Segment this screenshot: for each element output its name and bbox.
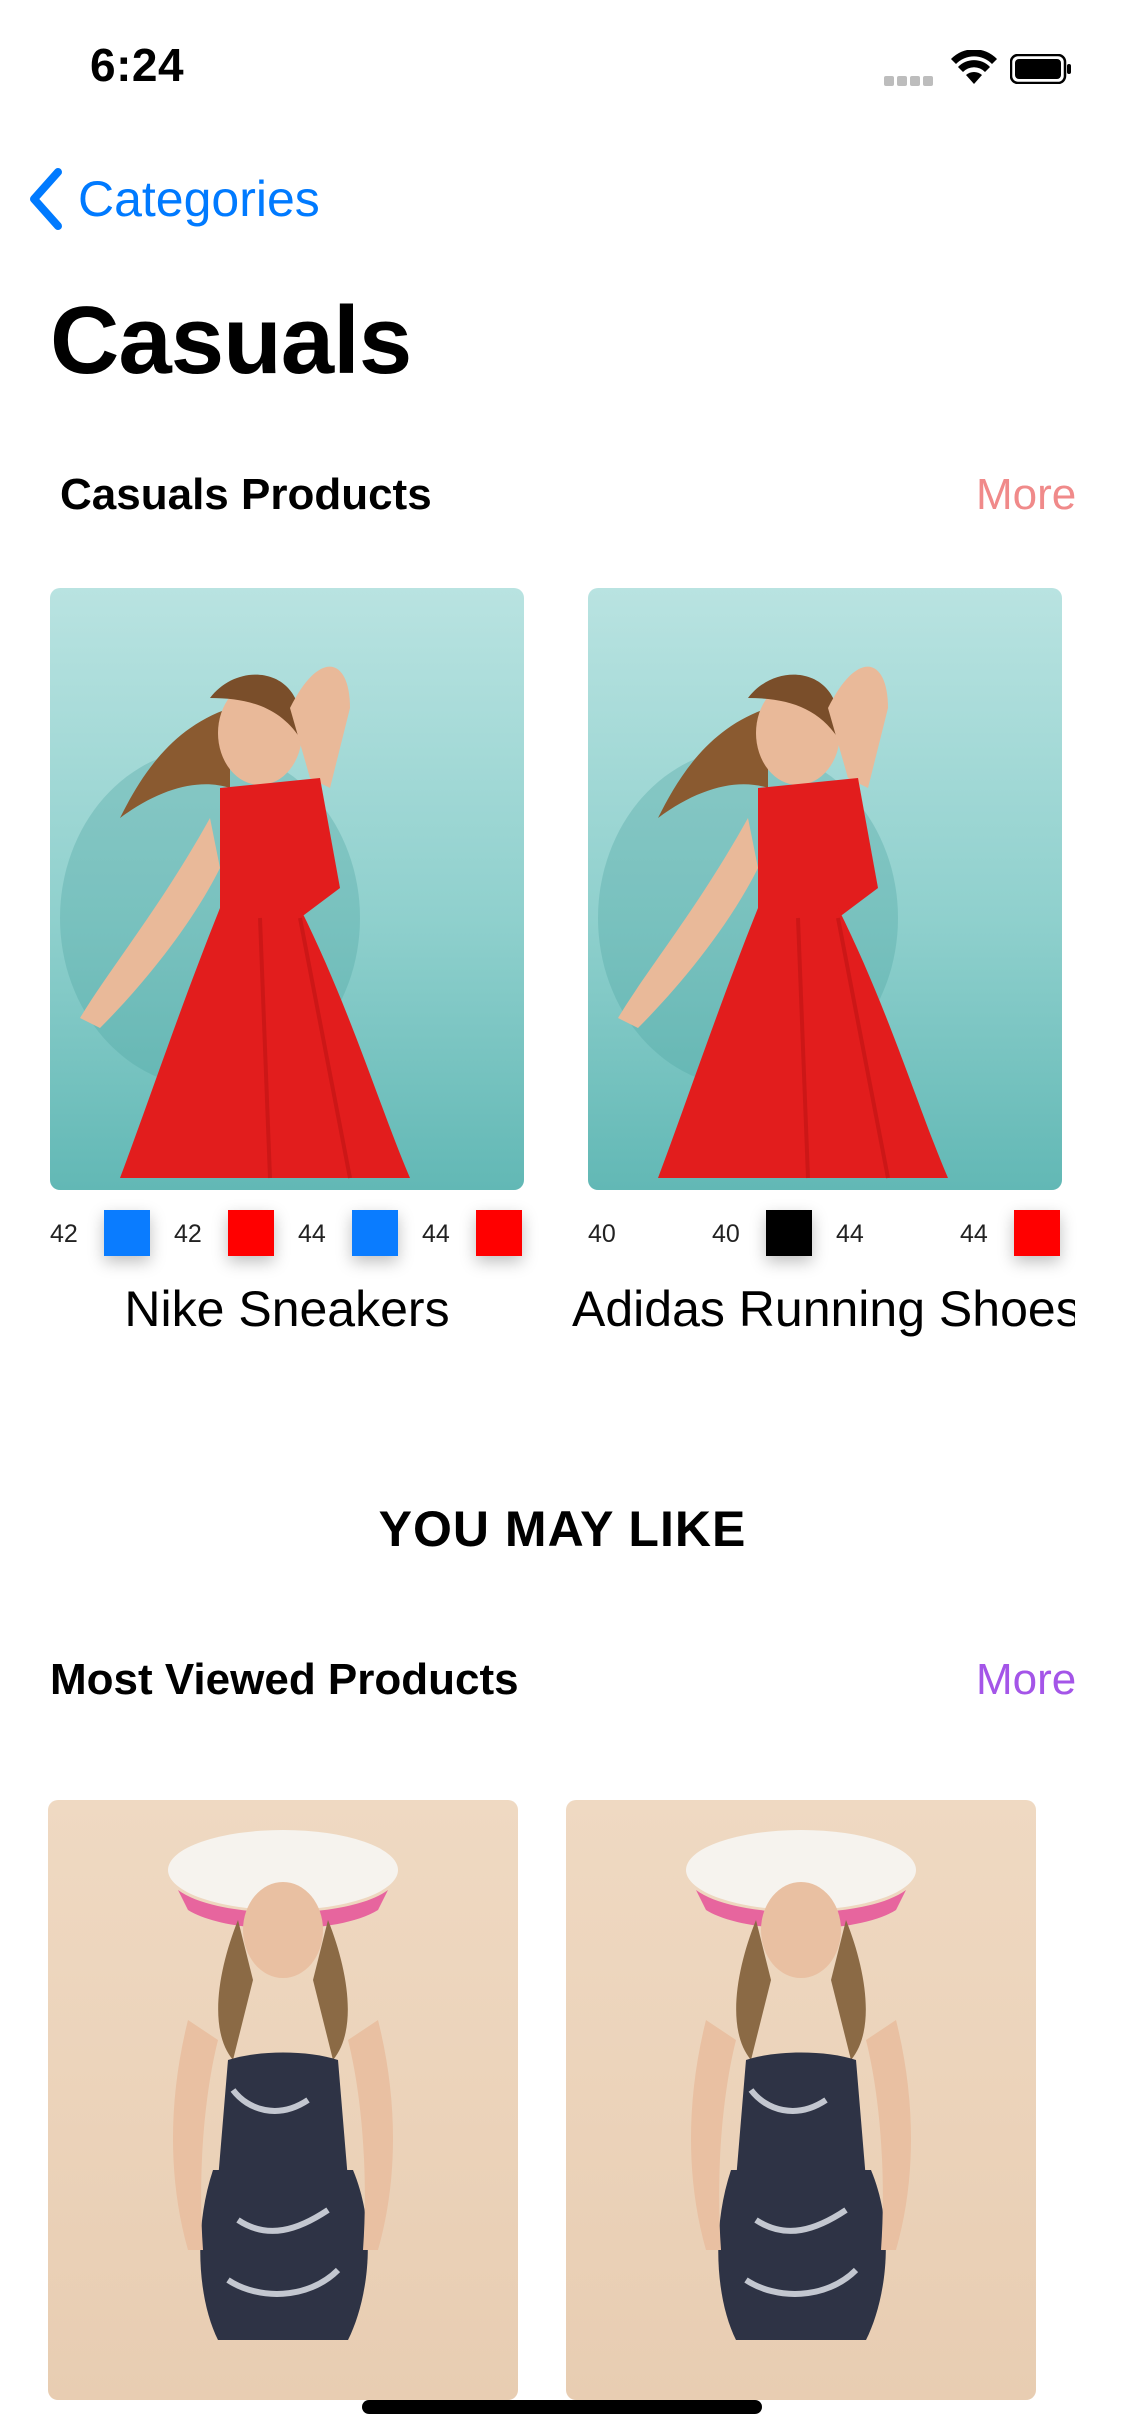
cellular-signal-icon	[884, 76, 936, 86]
you-may-like-heading: YOU MAY LIKE	[378, 1501, 747, 1557]
size-label: 44	[422, 1220, 450, 1248]
product-name-clip: Adidas Running Shoes	[560, 1280, 1075, 1350]
page-title: Casuals	[50, 287, 412, 394]
color-swatch[interactable]	[228, 1210, 274, 1256]
model-hat-dress-illustration	[686, 1830, 916, 2340]
size-label: 42	[50, 1220, 78, 1248]
variant-row: 42 42 44 44	[50, 1210, 524, 1256]
color-swatch[interactable]	[476, 1210, 522, 1256]
model-hat-dress-illustration	[168, 1830, 398, 2340]
size-label: 40	[588, 1220, 616, 1248]
size-label: 44	[836, 1220, 864, 1248]
color-swatch[interactable]	[1014, 1210, 1060, 1256]
status-time: 6:24	[90, 39, 185, 91]
more-button[interactable]: More	[976, 1655, 1076, 1705]
section-title-casuals: Casuals Products	[60, 470, 432, 519]
home-indicator[interactable]	[362, 2400, 762, 2414]
size-label: 42	[174, 1220, 202, 1248]
color-swatch[interactable]	[352, 1210, 398, 1256]
color-swatch[interactable]	[766, 1210, 812, 1256]
size-label: 44	[960, 1220, 988, 1248]
model-red-dress-illustration	[60, 666, 410, 1179]
wifi-icon	[951, 50, 997, 84]
color-swatch[interactable]	[642, 1210, 688, 1256]
size-label: 44	[298, 1220, 326, 1248]
size-label: 40	[712, 1220, 740, 1248]
more-button[interactable]: More	[976, 470, 1076, 520]
product-image[interactable]	[48, 1800, 518, 2400]
model-red-dress-illustration	[598, 666, 948, 1179]
color-swatch[interactable]	[104, 1210, 150, 1256]
product-name: Adidas Running Shoes	[572, 1281, 1075, 1337]
back-button[interactable]: Categories	[78, 170, 320, 228]
product-image[interactable]	[50, 588, 524, 1190]
back-chevron-icon[interactable]	[24, 166, 68, 232]
variant-row: 40 40 44 44	[588, 1210, 1062, 1256]
color-swatch[interactable]	[890, 1210, 936, 1256]
product-image[interactable]	[588, 588, 1062, 1190]
product-image[interactable]	[566, 1800, 1036, 2400]
section-title-most-viewed: Most Viewed Products	[50, 1655, 519, 1704]
battery-icon	[1010, 54, 1071, 84]
product-name: Nike Sneakers	[124, 1281, 450, 1337]
